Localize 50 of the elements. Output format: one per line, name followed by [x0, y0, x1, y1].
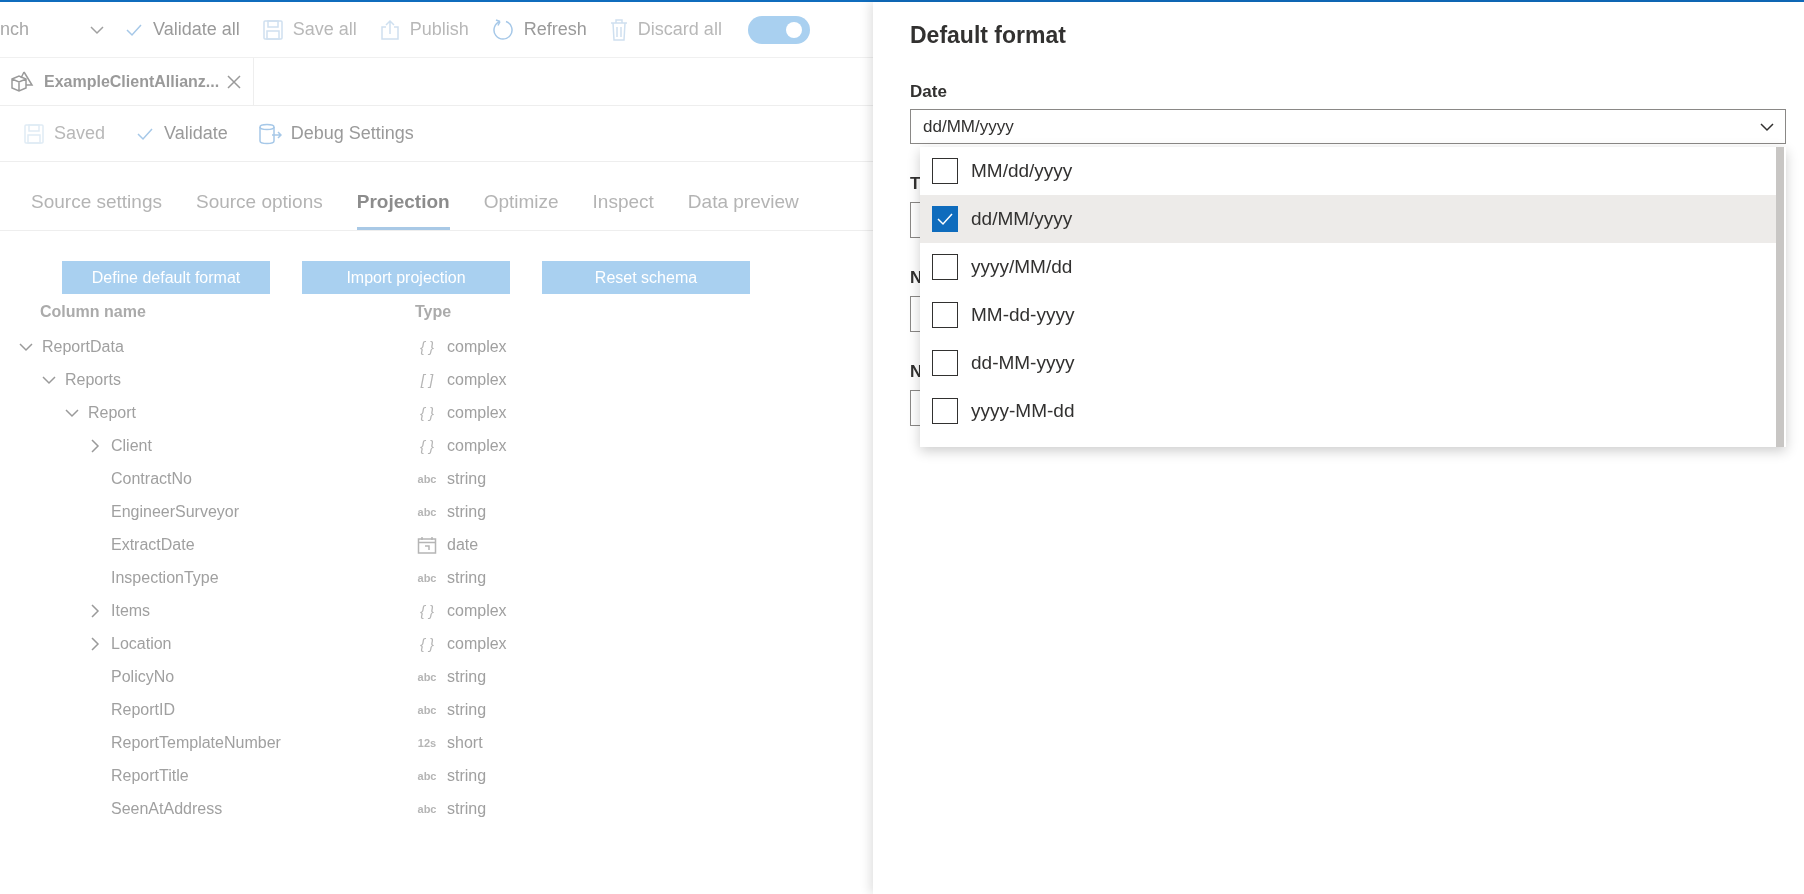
- column-name: Client: [111, 436, 152, 455]
- column-header: Type: [415, 303, 452, 320]
- type-abbreviation: abc: [417, 802, 437, 815]
- type-name: complex: [447, 370, 507, 389]
- field-label: Date: [910, 82, 947, 102]
- type-name: complex: [447, 337, 507, 356]
- type-name: string: [447, 502, 487, 521]
- type-abbreviation: abc: [417, 472, 437, 485]
- brace-icon: { }: [419, 404, 435, 421]
- type-name: complex: [447, 601, 507, 620]
- column-name: InspectionType: [111, 568, 219, 587]
- column-name: ReportData: [42, 337, 124, 356]
- column-name: EngineerSurveyor: [111, 502, 240, 521]
- type-name: complex: [447, 634, 507, 653]
- type-name: string: [447, 799, 487, 818]
- brace-icon: { }: [419, 338, 435, 355]
- type-name: string: [447, 766, 487, 785]
- column-name: ContractNo: [111, 469, 192, 488]
- column-name: Location: [111, 634, 172, 653]
- panel-title: Default format: [910, 22, 1067, 50]
- column-name: Report: [88, 403, 137, 422]
- type-name: short: [447, 733, 483, 752]
- type-name: string: [447, 568, 487, 587]
- brace-icon: { }: [419, 437, 435, 454]
- brace-icon: { }: [419, 635, 435, 652]
- type-name: date: [447, 535, 479, 554]
- type-abbreviation: abc: [417, 769, 437, 782]
- type-abbreviation: abc: [417, 571, 437, 584]
- column-name: PolicyNo: [111, 667, 175, 686]
- column-name: ReportTemplateNumber: [111, 733, 281, 752]
- column-name: ReportID: [111, 700, 176, 719]
- type-name: string: [447, 700, 487, 719]
- type-abbreviation: 12s: [417, 736, 437, 749]
- type-name: complex: [447, 436, 507, 455]
- brace-icon: { }: [419, 602, 435, 619]
- type-abbreviation: abc: [417, 670, 437, 683]
- brace-icon: [ ]: [420, 371, 434, 388]
- column-name: ExtractDate: [111, 535, 195, 554]
- column-header: Column name: [40, 303, 146, 320]
- branch-name: nch: [0, 19, 31, 40]
- type-abbreviation: abc: [417, 703, 437, 716]
- field-label: T: [910, 174, 921, 194]
- type-name: complex: [447, 403, 507, 422]
- column-name: Reports: [65, 370, 122, 389]
- column-name: SeenAtAddress: [111, 799, 223, 818]
- column-name: ReportTitle: [111, 766, 189, 785]
- type-abbreviation: abc: [417, 505, 437, 518]
- column-name: Items: [111, 601, 151, 620]
- type-name: string: [447, 667, 487, 686]
- type-name: string: [447, 469, 487, 488]
